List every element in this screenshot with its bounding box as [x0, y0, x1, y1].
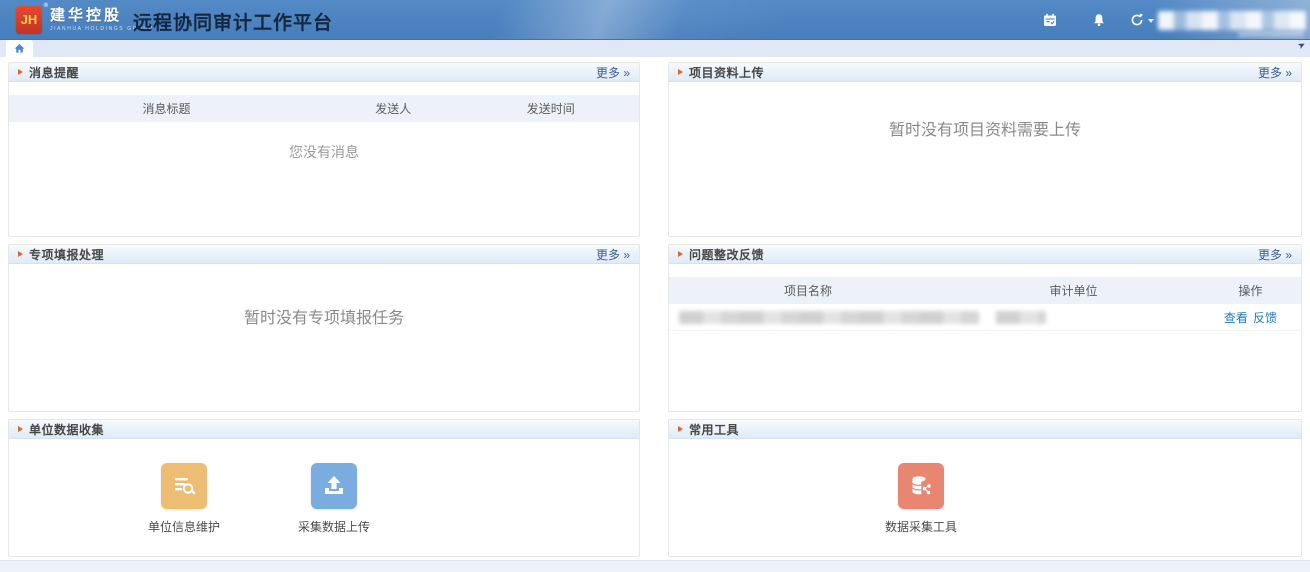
- header-actions: [980, 0, 1310, 40]
- panel-special-report-header: 专项填报处理 更多 »: [9, 245, 639, 264]
- panel-arrow-icon: [678, 251, 683, 257]
- panel-title: 问题整改反馈: [689, 246, 764, 263]
- collected-data-upload-button[interactable]: 采集数据上传: [274, 463, 394, 535]
- rectification-table-header: 项目名称 审计单位 操作: [669, 277, 1301, 304]
- panel-tools: 常用工具 数据采集工具: [668, 419, 1302, 557]
- column-header: 发送人: [324, 100, 463, 117]
- page-footer: [0, 560, 1310, 572]
- bell-icon[interactable]: [1091, 12, 1107, 28]
- project-upload-empty-text: 暂时没有项目资料需要上传: [669, 116, 1301, 140]
- upload-icon: [311, 463, 357, 509]
- tab-overflow-arrow-icon[interactable]: ➤: [1296, 39, 1308, 52]
- panel-arrow-icon: [678, 426, 683, 432]
- panel-title: 单位数据收集: [29, 421, 104, 438]
- messages-table-header: 消息标题 发送人 发送时间: [9, 95, 639, 122]
- panel-title: 常用工具: [689, 421, 739, 438]
- table-row: 查看 反馈: [669, 304, 1301, 331]
- panel-rectification: 问题整改反馈 更多 » 项目名称 审计单位 操作 查看 反馈: [668, 244, 1302, 412]
- more-link[interactable]: 更多 »: [596, 64, 630, 81]
- refresh-icon[interactable]: [1129, 12, 1145, 28]
- panel-unit-data-header: 单位数据收集: [9, 420, 639, 439]
- tool-label: 数据采集工具: [861, 518, 981, 535]
- audit-unit-redacted: [996, 311, 1046, 324]
- tab-home[interactable]: [6, 40, 33, 57]
- panel-messages-header: 消息提醒 更多 »: [9, 63, 639, 82]
- panel-title: 项目资料上传: [689, 64, 764, 81]
- column-header: 操作: [1200, 282, 1301, 299]
- panel-project-upload-header: 项目资料上传 更多 »: [669, 63, 1301, 82]
- column-header: 发送时间: [463, 100, 639, 117]
- user-subtext-redacted: [1238, 31, 1304, 37]
- registered-mark: ®: [44, 3, 48, 9]
- tab-bar: ➤: [0, 40, 1310, 57]
- column-header: 项目名称: [669, 282, 947, 299]
- panel-arrow-icon: [18, 426, 23, 432]
- panel-messages: 消息提醒 更多 » 消息标题 发送人 发送时间 您没有消息: [8, 62, 640, 237]
- feedback-link[interactable]: 反馈: [1253, 309, 1277, 326]
- tool-label: 采集数据上传: [274, 518, 394, 535]
- panel-arrow-icon: [678, 69, 683, 75]
- column-header: 审计单位: [947, 282, 1200, 299]
- document-search-icon: [161, 463, 207, 509]
- panel-arrow-icon: [18, 251, 23, 257]
- caret-down-icon[interactable]: [1148, 19, 1154, 23]
- panel-project-upload: 项目资料上传 更多 » 暂时没有项目资料需要上传: [668, 62, 1302, 237]
- home-icon: [14, 43, 25, 54]
- column-header: 消息标题: [9, 100, 324, 117]
- more-link[interactable]: 更多 »: [1258, 246, 1292, 263]
- panel-unit-data: 单位数据收集 单位信息维护 采集数据上传: [8, 419, 640, 557]
- database-icon: [898, 463, 944, 509]
- panel-title: 专项填报处理: [29, 246, 104, 263]
- calendar-icon[interactable]: [1042, 12, 1058, 28]
- project-name-redacted: [679, 311, 979, 324]
- panel-title: 消息提醒: [29, 64, 79, 81]
- panel-arrow-icon: [18, 69, 23, 75]
- more-link[interactable]: 更多 »: [596, 246, 630, 263]
- page: JH ® 建华控股 JIANHUA HOLDINGS GROUP 远程协同审计工…: [0, 0, 1310, 572]
- app-header: JH ® 建华控股 JIANHUA HOLDINGS GROUP 远程协同审计工…: [0, 0, 1310, 40]
- data-collection-tool-button[interactable]: 数据采集工具: [861, 463, 981, 535]
- page-title: 远程协同审计工作平台: [133, 8, 333, 35]
- panel-rectification-header: 问题整改反馈 更多 »: [669, 245, 1301, 264]
- more-link[interactable]: 更多 »: [1258, 64, 1292, 81]
- unit-info-maintain-button[interactable]: 单位信息维护: [124, 463, 244, 535]
- user-name-redacted[interactable]: [1158, 11, 1306, 30]
- panel-tools-header: 常用工具: [669, 420, 1301, 439]
- tool-label: 单位信息维护: [124, 518, 244, 535]
- view-link[interactable]: 查看: [1224, 309, 1248, 326]
- logo-letters: JH: [21, 12, 38, 27]
- company-logo-icon: JH ®: [16, 6, 42, 33]
- special-report-empty-text: 暂时没有专项填报任务: [9, 304, 639, 328]
- panel-special-report: 专项填报处理 更多 » 暂时没有专项填报任务: [8, 244, 640, 412]
- messages-empty-text: 您没有消息: [9, 142, 639, 162]
- row-actions: 查看 反馈: [1200, 304, 1301, 331]
